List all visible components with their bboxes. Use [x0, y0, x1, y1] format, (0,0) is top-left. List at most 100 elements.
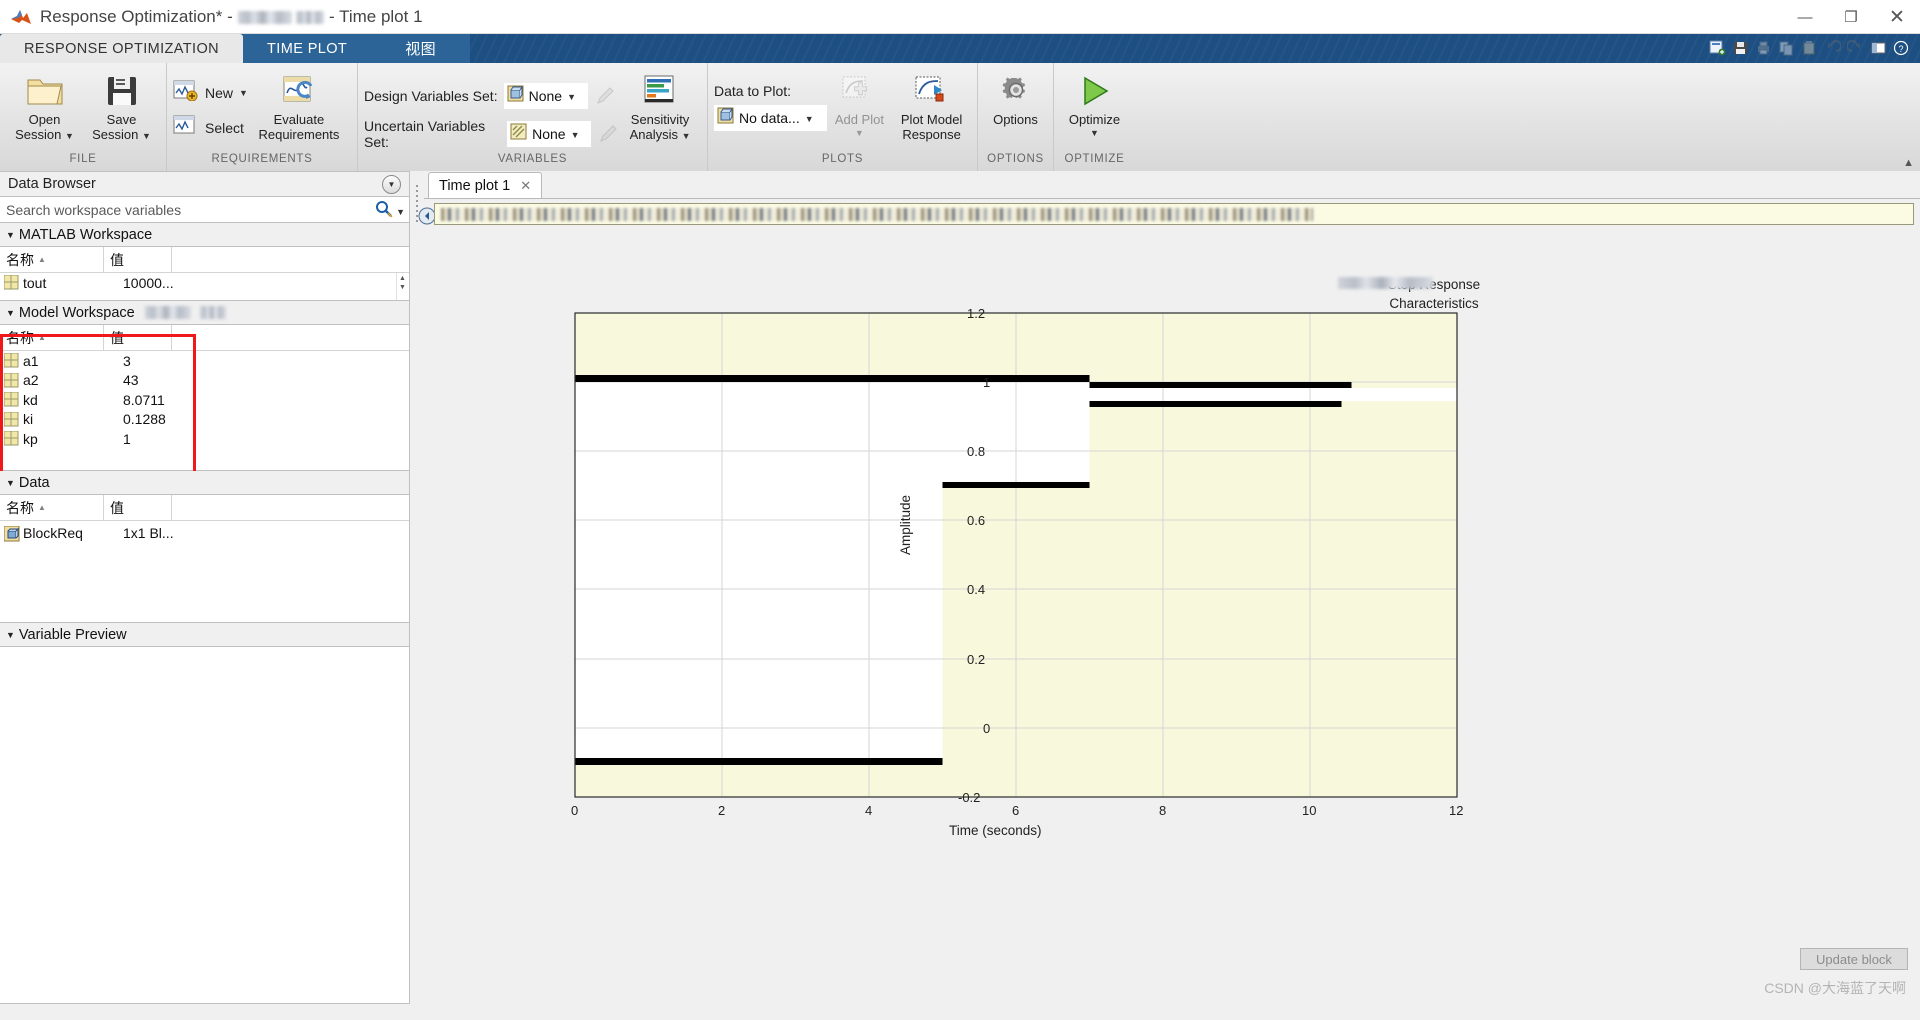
redo-icon[interactable] — [1845, 37, 1866, 58]
variable-value: 0.1288 — [123, 411, 166, 428]
print-icon[interactable] — [1753, 37, 1774, 58]
search-input[interactable]: Search workspace variables — [6, 202, 181, 218]
collapse-ribbon-icon[interactable]: ▲ — [1903, 157, 1914, 169]
plot-model-response-icon — [914, 73, 950, 109]
settling-upper-bound — [1089, 382, 1352, 388]
search-icon[interactable] — [374, 199, 394, 224]
ribbon-group-requirements: New ▼ Select Evaluate Requirements REQUI… — [166, 63, 357, 171]
section-variable-preview[interactable]: ▼ Variable Preview — [0, 623, 410, 647]
save-session-caret-icon[interactable]: ▼ — [142, 131, 151, 141]
ribbon-group-plots: Data to Plot: No data... ▼ Add Plot ▼ Pl… — [707, 63, 977, 171]
table-row[interactable]: kp 1 — [0, 429, 409, 449]
table-row[interactable]: a1 3 — [0, 351, 409, 371]
copy-icon[interactable] — [1776, 37, 1797, 58]
save-disk-icon — [104, 73, 140, 109]
ribbon-toolbar: Open Session ▼ Save Session ▼ FILE New ▼… — [0, 63, 1920, 171]
select-requirement-button[interactable]: Select — [173, 114, 248, 141]
save-session-button[interactable]: Save Session ▼ — [83, 69, 160, 144]
window-controls: — ❐ ✕ — [1782, 0, 1920, 34]
search-workspace-row[interactable]: Search workspace variables ▼ — [0, 197, 410, 223]
table-scroll-arrows[interactable]: ▲ ▼ — [397, 275, 408, 292]
sensitivity-analysis-caret-icon[interactable]: ▼ — [682, 131, 691, 141]
main-content: Data Browser ▼ Search workspace variable… — [0, 171, 1920, 1004]
select-requirement-label: Select — [205, 119, 244, 136]
matlab-workspace-table: 名称 ▲ 值 tout 10000... ▲ ▼ — [0, 247, 410, 301]
matrix-icon — [3, 411, 19, 427]
section-data[interactable]: ▼ Data — [0, 471, 410, 495]
search-options-caret-icon[interactable]: ▼ — [396, 207, 405, 217]
uncertain-variables-set-dropdown[interactable]: None ▼ — [507, 121, 592, 147]
table-row[interactable]: tout 10000... — [0, 273, 409, 293]
options-button[interactable]: Options — [984, 69, 1047, 127]
window-titlebar: Response Optimization* - - Time plot 1 —… — [0, 0, 1920, 34]
section-title-data: Data — [18, 474, 50, 491]
tab-time-plot-1[interactable]: Time plot 1 ✕ — [428, 172, 543, 198]
panel-splitter[interactable] — [410, 171, 424, 1004]
add-plot-caret-icon[interactable]: ▼ — [855, 128, 864, 138]
panel-dock-menu-icon[interactable]: ▼ — [382, 175, 401, 194]
evaluate-requirements-button[interactable]: Evaluate Requirements — [248, 69, 350, 142]
tab-time-plot[interactable]: TIME PLOT — [243, 34, 372, 63]
layout-icon[interactable] — [1868, 37, 1889, 58]
data-to-plot-dropdown[interactable]: No data... ▼ — [714, 105, 827, 131]
table-row[interactable]: ki 0.1288 — [0, 410, 409, 430]
table-row[interactable]: BlockReq 1x1 Bl... — [0, 521, 409, 545]
left-white-region — [575, 382, 943, 762]
status-bar — [0, 1004, 1920, 1020]
new-requirement-caret-icon[interactable]: ▼ — [239, 88, 248, 98]
uncertain-variables-value: None — [532, 126, 566, 142]
column-header-name[interactable]: 名称 ▲ — [0, 495, 104, 520]
section-title-matlab-workspace: MATLAB Workspace — [18, 226, 153, 243]
update-block-button[interactable]: Update block — [1800, 948, 1908, 970]
edit-uncertain-variables-icon[interactable] — [597, 123, 619, 145]
design-variables-set-dropdown[interactable]: None ▼ — [503, 83, 588, 109]
tab-view[interactable]: 视图 — [371, 34, 470, 63]
close-button[interactable]: ✕ — [1874, 0, 1920, 34]
maximize-button[interactable]: ❐ — [1828, 0, 1874, 34]
data-to-plot-caret-icon[interactable]: ▼ — [805, 114, 814, 124]
edit-design-variables-icon[interactable] — [594, 85, 616, 107]
plot-model-response-button[interactable]: Plot Model Response — [892, 69, 971, 142]
column-header-name[interactable]: 名称 ▲ — [0, 325, 104, 350]
collapse-triangle-icon[interactable]: ▼ — [6, 308, 15, 318]
uncertain-variables-caret-icon[interactable]: ▼ — [571, 130, 580, 140]
matrix-icon — [3, 274, 19, 290]
collapse-triangle-icon[interactable]: ▼ — [6, 630, 15, 640]
table-row[interactable]: a2 43 — [0, 371, 409, 391]
close-icon[interactable]: ✕ — [520, 178, 531, 194]
table-row[interactable]: kd 8.0711 — [0, 390, 409, 410]
open-session-label: Open Session ▼ — [15, 112, 74, 142]
new-figure-icon[interactable] — [1707, 37, 1728, 58]
new-requirement-button[interactable]: New ▼ — [173, 79, 248, 106]
optimize-button[interactable]: Optimize ▼ — [1060, 69, 1129, 138]
rise-time-lower-bound — [942, 482, 1090, 488]
open-session-caret-icon[interactable]: ▼ — [65, 131, 74, 141]
variable-value: 1x1 Bl... — [123, 525, 174, 541]
xtick-label: 12 — [1449, 803, 1464, 818]
help-icon[interactable]: ? — [1891, 37, 1912, 58]
settling-lower-bound — [1089, 401, 1342, 407]
collapse-triangle-icon[interactable]: ▼ — [6, 230, 15, 240]
paste-icon[interactable] — [1799, 37, 1820, 58]
section-matlab-workspace[interactable]: ▼ MATLAB Workspace — [0, 223, 410, 247]
column-header-value[interactable]: 值 — [104, 247, 172, 272]
open-session-button[interactable]: Open Session ▼ — [6, 69, 83, 144]
column-header-value[interactable]: 值 — [104, 495, 172, 520]
minimize-button[interactable]: — — [1782, 0, 1828, 34]
group-label-variables: VARIABLES — [497, 153, 568, 165]
add-plot-button[interactable]: Add Plot ▼ — [827, 69, 893, 138]
variable-preview-area — [0, 647, 410, 1004]
group-label-requirements: REQUIREMENTS — [211, 153, 313, 165]
undo-icon[interactable] — [1822, 37, 1843, 58]
sensitivity-analysis-button[interactable]: Sensitivity Analysis ▼ — [619, 69, 701, 144]
collapse-triangle-icon[interactable]: ▼ — [6, 478, 15, 488]
tab-response-optimization[interactable]: RESPONSE OPTIMIZATION — [0, 34, 244, 63]
table-header: 名称 ▲ 值 — [0, 247, 409, 273]
section-model-workspace[interactable]: ▼ Model Workspace — [0, 301, 410, 325]
column-header-value[interactable]: 值 — [104, 325, 172, 350]
column-header-name[interactable]: 名称 ▲ — [0, 247, 104, 272]
optimize-caret-icon[interactable]: ▼ — [1090, 128, 1099, 138]
save-icon[interactable] — [1730, 37, 1751, 58]
ytick-label: 1.2 — [967, 306, 986, 321]
design-variables-caret-icon[interactable]: ▼ — [567, 92, 576, 102]
